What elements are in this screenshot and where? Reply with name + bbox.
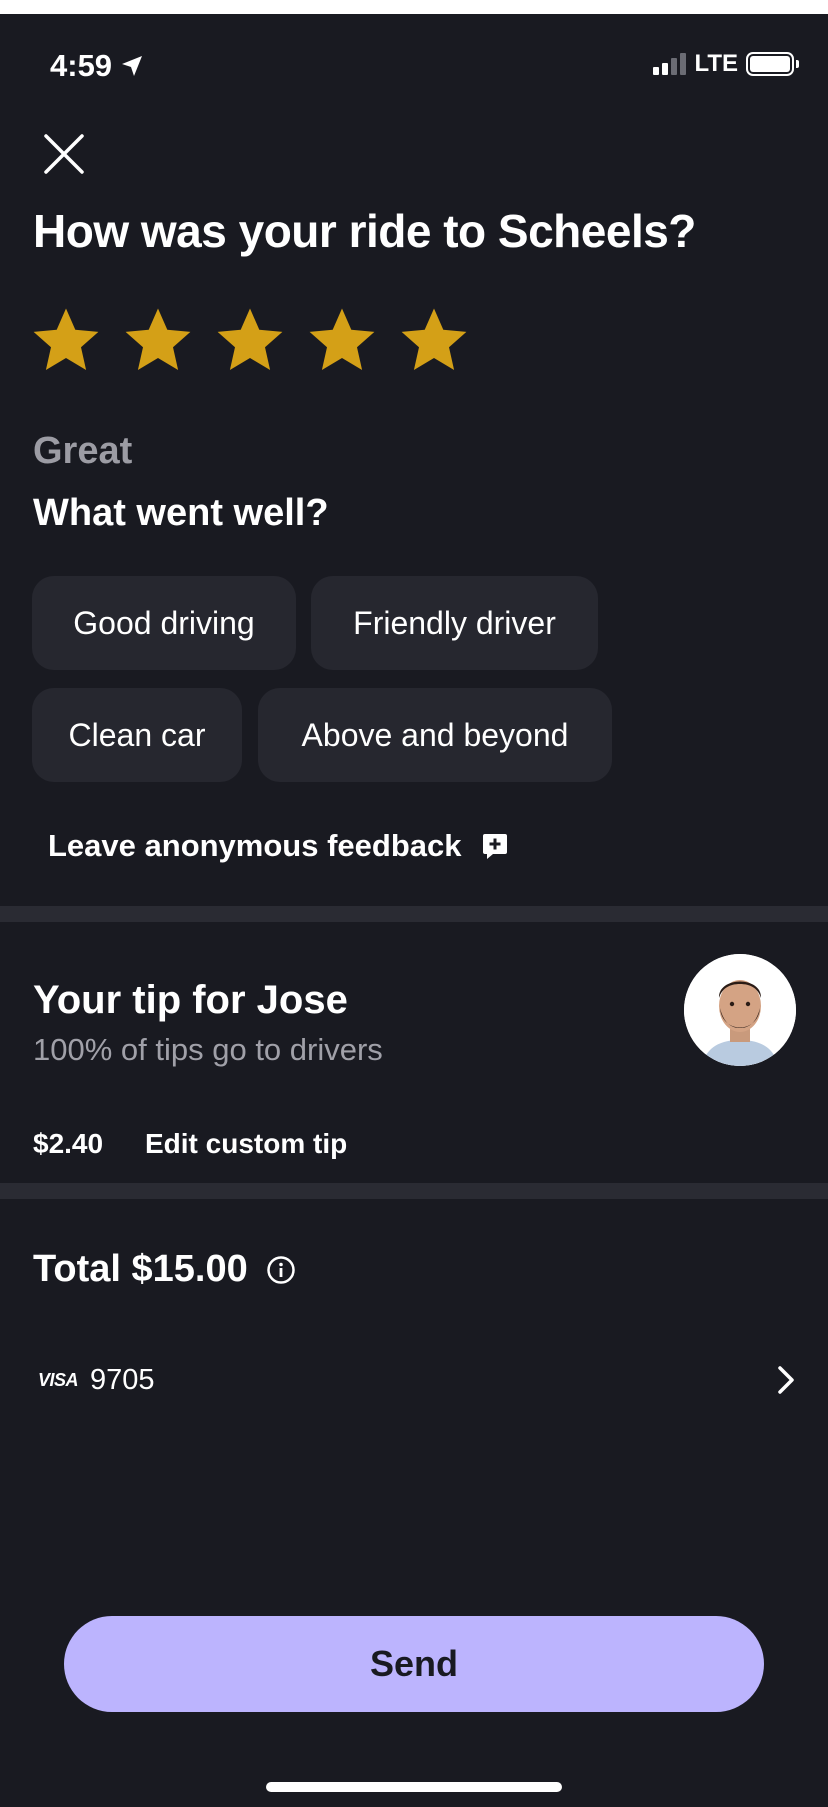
chip-above-and-beyond[interactable]: Above and beyond (258, 688, 612, 782)
tip-amount: $2.40 (33, 1128, 104, 1159)
section-divider (0, 1183, 828, 1199)
close-icon (44, 134, 84, 174)
home-indicator (266, 1782, 562, 1792)
chevron-right-icon (778, 1366, 794, 1394)
status-indicators: LTE (653, 50, 799, 78)
star-rating (30, 304, 470, 376)
star-icon-2[interactable] (122, 304, 194, 376)
section-divider (0, 906, 828, 922)
tip-subtext: 100% of tips go to drivers (33, 1032, 383, 1067)
rating-label: Great (33, 430, 133, 472)
location-arrow-icon (122, 56, 143, 76)
total-label: Total $15.00 (33, 1248, 248, 1290)
visa-icon: VISA (38, 1369, 79, 1390)
edit-custom-tip-button[interactable]: Edit custom tip (145, 1128, 347, 1160)
close-button[interactable] (40, 130, 88, 178)
anonymous-feedback-label: Leave anonymous feedback (48, 828, 462, 863)
status-time-text: 4:59 (50, 48, 113, 83)
payment-method-row[interactable]: VISA 9705 (38, 1332, 800, 1428)
driver-avatar (684, 954, 796, 1066)
card-last4: 9705 (90, 1363, 155, 1396)
send-button[interactable]: Send (64, 1616, 764, 1712)
screen: 4:59 LTE How was your ride to Scheels? G… (0, 14, 828, 1807)
signal-icon (653, 53, 687, 75)
star-icon-4[interactable] (306, 304, 378, 376)
battery-icon (746, 52, 799, 76)
tip-heading: Your tip for Jose (33, 978, 348, 1022)
star-icon-1[interactable] (30, 304, 102, 376)
star-icon-5[interactable] (398, 304, 470, 376)
chip-clean-car[interactable]: Clean car (32, 688, 242, 782)
chip-friendly-driver[interactable]: Friendly driver (311, 576, 598, 670)
feedback-heading: What went well? (33, 492, 329, 534)
driver-photo (684, 954, 796, 1066)
comment-plus-icon (482, 834, 507, 859)
info-icon[interactable] (266, 1255, 296, 1285)
chip-good-driving[interactable]: Good driving (32, 576, 296, 670)
network-type: LTE (694, 50, 738, 77)
star-icon-3[interactable] (214, 304, 286, 376)
page-title: How was your ride to Scheels? (33, 205, 696, 257)
status-time: 4:59 (50, 48, 144, 84)
total-row: Total $15.00 (33, 1248, 296, 1291)
anonymous-feedback-link[interactable]: Leave anonymous feedback (48, 828, 508, 864)
